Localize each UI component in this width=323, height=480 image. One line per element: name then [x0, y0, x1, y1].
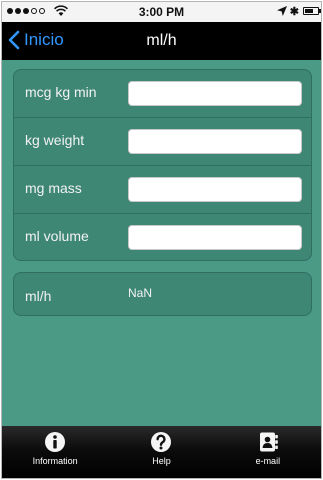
result-label: ml/h [25, 288, 52, 304]
mcg-kg-min-label: mcg kg min [25, 84, 97, 100]
status-time: 3:00 PM [138, 5, 185, 19]
ml-volume-label: ml volume [25, 228, 89, 244]
help-icon [151, 432, 172, 452]
form-row-ml-volume: ml volume [14, 214, 311, 260]
page-title: ml/h [146, 32, 177, 49]
form-row-mcg-kg-min: mcg kg min [14, 70, 311, 118]
location-arrow-icon [277, 6, 287, 16]
battery-icon [303, 7, 321, 15]
tab-help-label: Help [152, 456, 171, 466]
tab-email-label: e-mail [255, 456, 281, 466]
input-form: mcg kg min kg weight mg mass ml volume [13, 69, 312, 261]
bluetooth-icon: ✱ [289, 6, 299, 18]
kg-weight-label: kg weight [25, 132, 85, 148]
info-icon [45, 432, 66, 452]
form-row-mg-mass: mg mass [14, 166, 311, 214]
status-bar: 3:00 PM ✱ [2, 2, 321, 22]
navigation-bar: Inicio ml/h [2, 22, 321, 60]
mcg-kg-min-input[interactable] [128, 81, 302, 106]
form-row-kg-weight: kg weight [14, 118, 311, 166]
tab-bar: Information Help e-mail [2, 426, 321, 478]
kg-weight-input[interactable] [128, 129, 302, 154]
result-panel: ml/h NaN [13, 272, 312, 316]
contacts-icon [259, 432, 278, 452]
mg-mass-label: mg mass [25, 180, 82, 196]
tab-email[interactable]: e-mail [215, 426, 321, 478]
tab-information[interactable]: Information [2, 426, 108, 478]
battery-level [305, 9, 313, 13]
ml-volume-input[interactable] [128, 225, 302, 250]
tab-help[interactable]: Help [108, 426, 214, 478]
mg-mass-input[interactable] [128, 177, 302, 202]
result-value: NaN [128, 286, 153, 300]
app-frame: 3:00 PM ✱ Inicio ml/h mcg kg min kg weig… [1, 1, 322, 479]
tab-information-label: Information [32, 456, 78, 466]
